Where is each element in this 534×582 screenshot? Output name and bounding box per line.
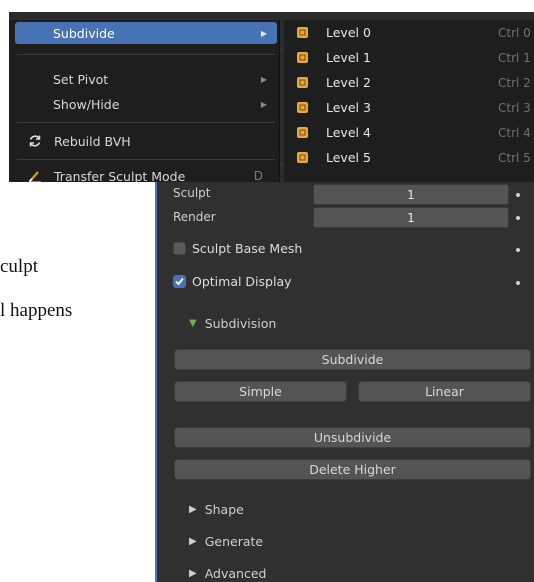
optimal-display-toggle[interactable]: Optimal Display (173, 274, 292, 289)
shortcut-hint: Ctrl 4 (498, 125, 531, 140)
menu-item-label: Set Pivot (53, 71, 109, 87)
menu-item-label: Transfer Sculpt Mode (54, 168, 186, 183)
modifier-icon (296, 126, 312, 139)
submenu-item-label: Level 1 (326, 50, 371, 65)
shape-section-header[interactable]: ▶ Shape (189, 502, 244, 517)
refresh-icon (24, 134, 46, 148)
modifier-icon (296, 51, 312, 64)
keyframe-dot-icon[interactable] (516, 281, 520, 285)
sculpt-level-label: Sculpt (173, 186, 211, 200)
sculpt-base-mesh-toggle[interactable]: Sculpt Base Mesh (173, 241, 302, 256)
sculpt-level-field[interactable]: 1 (313, 184, 509, 205)
keyframe-dot-icon[interactable] (516, 216, 520, 220)
simple-button[interactable]: Simple (174, 381, 347, 402)
linear-button[interactable]: Linear (358, 381, 531, 402)
modifier-icon (296, 26, 312, 39)
menu-item-rebuild-bvh[interactable]: Rebuild BVH (15, 130, 277, 152)
menu-item-set-pivot[interactable]: Set Pivot ▶ (15, 68, 277, 90)
delete-higher-button[interactable]: Delete Higher (174, 459, 531, 480)
submenu-item-level-3[interactable]: Level 3 Ctrl 3 (284, 97, 534, 118)
expand-arrow-icon: ▼ (189, 318, 197, 329)
doc-text-line-1: culpt (0, 256, 38, 277)
collapsed-arrow-icon: ▶ (189, 568, 197, 579)
modifier-icon (296, 76, 312, 89)
shortcut-hint: Ctrl 2 (498, 75, 531, 90)
subdivide-submenu: Level 0 Ctrl 0 Level 1 Ctrl 1 Level 2 Ct… (284, 20, 534, 182)
optimal-display-label: Optimal Display (192, 274, 292, 289)
submenu-item-level-0[interactable]: Level 0 Ctrl 0 (284, 22, 534, 43)
shortcut-hint: Ctrl 1 (498, 50, 531, 65)
subdivide-button[interactable]: Subdivide (174, 349, 531, 370)
menu-item-label: Show/Hide (53, 96, 120, 112)
sculpt-base-mesh-label: Sculpt Base Mesh (192, 241, 303, 256)
menu-item-label: Rebuild BVH (54, 133, 131, 149)
submenu-item-label: Level 4 (326, 125, 371, 140)
submenu-item-level-5[interactable]: Level 5 Ctrl 5 (284, 147, 534, 168)
shortcut-hint: Ctrl 3 (498, 100, 531, 115)
menu-divider (17, 122, 275, 123)
submenu-item-level-2[interactable]: Level 2 Ctrl 2 (284, 72, 534, 93)
subdivision-section-header[interactable]: ▼ Subdivision (189, 316, 276, 331)
multires-properties-panel: Sculpt 1 Render 1 Sculpt Base Mesh Optim… (155, 182, 534, 582)
submenu-arrow-icon: ▶ (260, 74, 267, 84)
generate-header-label: Generate (204, 534, 264, 549)
submenu-arrow-icon: ▶ (260, 28, 267, 38)
modifier-icon (296, 151, 312, 164)
shape-header-label: Shape (204, 502, 244, 517)
submenu-item-level-1[interactable]: Level 1 Ctrl 1 (284, 47, 534, 68)
shortcut-hint: Ctrl 0 (498, 25, 531, 40)
context-menu: Subdivide ▶ Set Pivot ▶ Show/Hide ▶ Rebu… (9, 20, 280, 182)
doc-text-line-2: l happens (0, 300, 73, 321)
menu-item-label: Subdivide (53, 25, 115, 41)
brush-icon (24, 169, 46, 182)
submenu-item-label: Level 2 (326, 75, 371, 90)
subdivision-header-label: Subdivision (204, 316, 277, 331)
submenu-item-label: Level 3 (326, 100, 371, 115)
advanced-header-label: Advanced (204, 566, 267, 581)
checkbox-checked-icon[interactable] (173, 275, 186, 288)
submenu-arrow-icon: ▶ (260, 99, 267, 109)
generate-section-header[interactable]: ▶ Generate (189, 534, 263, 549)
checkbox-unchecked-icon[interactable] (173, 242, 186, 255)
unsubdivide-button[interactable]: Unsubdivide (174, 427, 531, 448)
shortcut-hint: D (253, 169, 263, 182)
shortcut-hint: Ctrl 5 (498, 150, 531, 165)
render-level-label: Render (173, 210, 216, 224)
submenu-item-label: Level 0 (326, 25, 371, 40)
submenu-item-label: Level 5 (326, 150, 371, 165)
sculpt-menu-screenshot: Subdivide ▶ Set Pivot ▶ Show/Hide ▶ Rebu… (9, 12, 534, 182)
menu-divider (17, 159, 275, 160)
render-level-field[interactable]: 1 (313, 207, 509, 228)
menu-item-subdivide[interactable]: Subdivide ▶ (15, 22, 277, 44)
keyframe-dot-icon[interactable] (516, 193, 520, 197)
collapsed-arrow-icon: ▶ (189, 504, 197, 515)
menu-item-transfer-sculpt-mode[interactable]: Transfer Sculpt Mode D (15, 165, 277, 182)
menu-divider (17, 54, 275, 55)
menu-item-show-hide[interactable]: Show/Hide ▶ (15, 93, 277, 115)
modifier-icon (296, 101, 312, 114)
advanced-section-header[interactable]: ▶ Advanced (189, 566, 266, 581)
keyframe-dot-icon[interactable] (516, 248, 520, 252)
collapsed-arrow-icon: ▶ (189, 536, 197, 547)
submenu-item-level-4[interactable]: Level 4 Ctrl 4 (284, 122, 534, 143)
